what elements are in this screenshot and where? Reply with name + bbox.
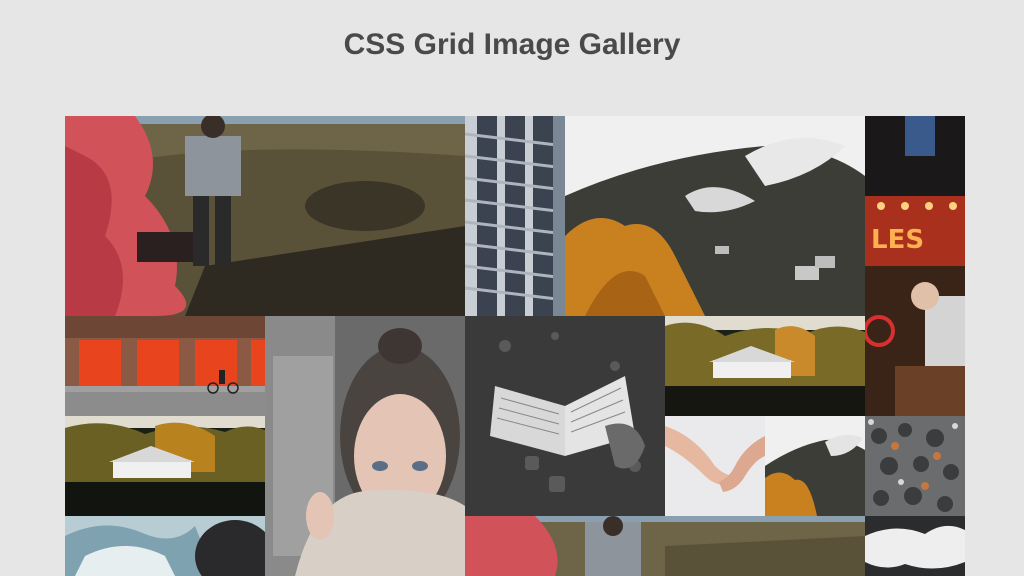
gallery-image-skyscraper[interactable] [465,116,565,316]
gallery-image-woman-sweater[interactable] [265,316,465,576]
gallery-image-clouds-forest[interactable] [865,516,965,576]
gallery-image-holding-hands[interactable] [665,416,765,516]
gallery-image-neon-bar[interactable]: LES [865,116,965,416]
image-gallery: LES [65,116,965,576]
gallery-image-white-house-2[interactable] [65,416,265,516]
gallery-image-open-book[interactable] [465,316,665,516]
gallery-image-misty-mountain-small[interactable] [765,416,865,516]
gallery-image-blue-smoke[interactable] [65,516,265,576]
gallery-image-white-house[interactable] [665,316,865,416]
gallery-image-fire-station[interactable] [65,316,265,416]
page-title: CSS Grid Image Gallery [343,28,681,61]
gallery-image-misty-mountain[interactable] [565,116,865,316]
gallery-image-hillside-walker-2[interactable] [465,516,865,576]
gallery-image-hillside-walker[interactable] [65,116,465,316]
gallery-image-snowy-forest[interactable] [865,416,965,516]
svg-text:LES: LES [871,225,924,255]
